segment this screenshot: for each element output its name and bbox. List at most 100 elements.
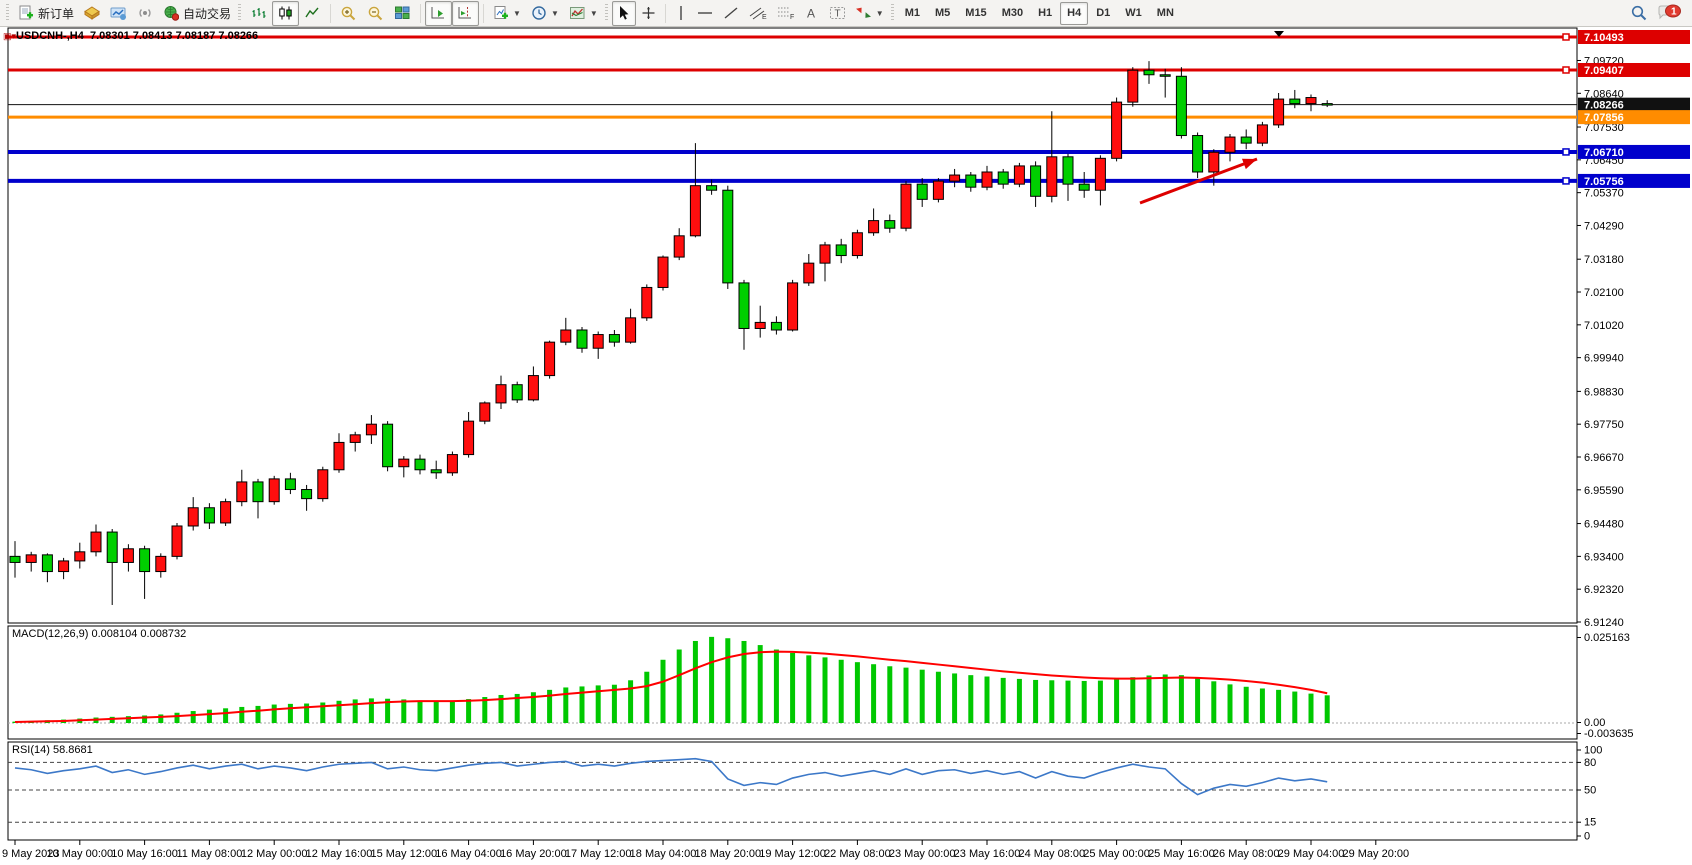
price-badge-label: 7.07856 [1584, 112, 1624, 124]
candle-body-down [966, 175, 976, 187]
candle-body-down [998, 172, 1008, 184]
line-handle[interactable] [1563, 149, 1569, 155]
new-order-button[interactable]: 新订单 [13, 1, 79, 26]
publish-chart-button[interactable] [105, 1, 132, 26]
chart-canvas[interactable]: 7.097207.086407.075307.064507.053707.042… [0, 0, 1692, 865]
arrows-objects-button[interactable]: ▼ [851, 1, 889, 26]
trendline-button[interactable] [718, 1, 744, 26]
candle-body-up [464, 421, 474, 454]
candle-body-up [172, 526, 182, 556]
rsi-scale-label: 100 [1584, 745, 1602, 757]
candle-body-up [75, 552, 85, 561]
chart-shift-button[interactable] [452, 1, 479, 26]
indicators-icon [569, 5, 586, 21]
time-tick-label: 29 May 20:00 [1342, 848, 1409, 860]
vertical-line-button[interactable] [670, 1, 692, 26]
macd-histogram-bar [985, 677, 990, 723]
candle-body-down [1031, 166, 1041, 196]
time-tick-label: 24 May 08:00 [1018, 848, 1085, 860]
macd-histogram-bar [677, 650, 682, 723]
time-tick-label: 16 May 04:00 [435, 848, 502, 860]
line-chart-button[interactable] [299, 1, 326, 26]
line-handle[interactable] [1563, 178, 1569, 184]
macd-scale-label: 0.025163 [1584, 632, 1630, 644]
tab-timeframe-W1[interactable]: W1 [1118, 2, 1149, 25]
new-chart-icon [493, 5, 509, 21]
macd-histogram-bar [1098, 681, 1103, 723]
line-handle[interactable] [1563, 34, 1569, 40]
zoom-in-button[interactable] [335, 1, 362, 26]
tab-timeframe-M15[interactable]: M15 [958, 2, 993, 25]
candle-body-down [285, 479, 295, 490]
indicators-button[interactable]: ▼ [564, 1, 603, 26]
time-tick-label: 18 May 04:00 [630, 848, 697, 860]
candle-body-down [1241, 137, 1251, 143]
market-watch-button[interactable] [79, 1, 105, 26]
candle-body-up [642, 287, 652, 317]
chart-window-icon[interactable]: ▣▾ [3, 31, 16, 42]
candlestick-chart-button[interactable] [272, 1, 299, 26]
auto-scroll-button[interactable] [425, 1, 452, 26]
macd-histogram-bar [936, 672, 941, 723]
notifications-button[interactable]: 1 [1656, 4, 1682, 22]
macd-histogram-bar [272, 705, 277, 723]
zoom-out-icon [367, 5, 384, 22]
candle-body-up [156, 556, 166, 571]
rsi-pane[interactable] [8, 742, 1577, 840]
period-selector-button[interactable]: ▼ [526, 1, 564, 26]
macd-histogram-bar [1309, 694, 1314, 723]
tab-timeframe-M1[interactable]: M1 [898, 2, 927, 25]
tab-timeframe-M5[interactable]: M5 [928, 2, 957, 25]
macd-histogram-bar [1260, 688, 1265, 723]
candle-body-up [496, 385, 506, 403]
tile-windows-button[interactable] [389, 1, 416, 26]
fibonacci-button[interactable]: F [772, 1, 800, 26]
tab-timeframe-H1[interactable]: H1 [1031, 2, 1059, 25]
auto-trading-button[interactable]: 自动交易 [158, 1, 236, 26]
auto-trading-label: 自动交易 [183, 5, 231, 22]
candlestick-chart-icon [277, 5, 294, 21]
time-tick-label: 18 May 20:00 [694, 848, 761, 860]
candle-body-up [1128, 70, 1138, 102]
candle-body-up [188, 508, 198, 526]
macd-histogram-bar [207, 710, 212, 723]
candle-body-up [447, 455, 457, 473]
signals-button[interactable] [132, 1, 158, 26]
text-icon: A [805, 5, 819, 21]
candle-body-up [804, 263, 814, 283]
horizontal-line-button[interactable] [692, 1, 718, 26]
search-icon[interactable] [1630, 4, 1648, 22]
zoom-out-button[interactable] [362, 1, 389, 26]
equidistant-channel-button[interactable]: E [744, 1, 772, 26]
candle-body-up [237, 482, 247, 502]
cursor-icon [617, 5, 631, 21]
macd-histogram-bar [418, 700, 423, 723]
cursor-button[interactable] [612, 1, 636, 26]
macd-histogram-bar [1130, 677, 1135, 723]
text-button[interactable]: A [800, 1, 824, 26]
tab-timeframe-H4[interactable]: H4 [1060, 2, 1088, 25]
price-tick-label: 6.96670 [1584, 452, 1624, 464]
candle-body-up [1225, 137, 1235, 152]
group-drag-handle [891, 4, 894, 22]
candle-body-up [91, 532, 101, 552]
group-drag-handle [605, 4, 608, 22]
candle-body-up [545, 342, 555, 375]
macd-histogram-bar [823, 657, 828, 723]
line-handle[interactable] [1563, 67, 1569, 73]
price-tick-label: 7.02100 [1584, 287, 1624, 299]
candle-body-down [383, 424, 393, 467]
timeframe-group: M1M5M15M30H1H4D1W1MN [898, 2, 1181, 25]
bar-chart-button[interactable] [245, 1, 272, 26]
time-tick-label: 19 May 12:00 [759, 848, 826, 860]
candle-body-up [221, 502, 231, 523]
group-drag-handle [238, 4, 241, 22]
macd-histogram-bar [401, 699, 406, 723]
time-tick-label: 22 May 08:00 [824, 848, 891, 860]
new-chart-button[interactable]: ▼ [488, 1, 526, 26]
tab-timeframe-D1[interactable]: D1 [1089, 2, 1117, 25]
crosshair-button[interactable] [636, 1, 661, 26]
text-label-button[interactable]: T [824, 1, 851, 26]
tab-timeframe-M30[interactable]: M30 [995, 2, 1030, 25]
tab-timeframe-MN[interactable]: MN [1150, 2, 1181, 25]
